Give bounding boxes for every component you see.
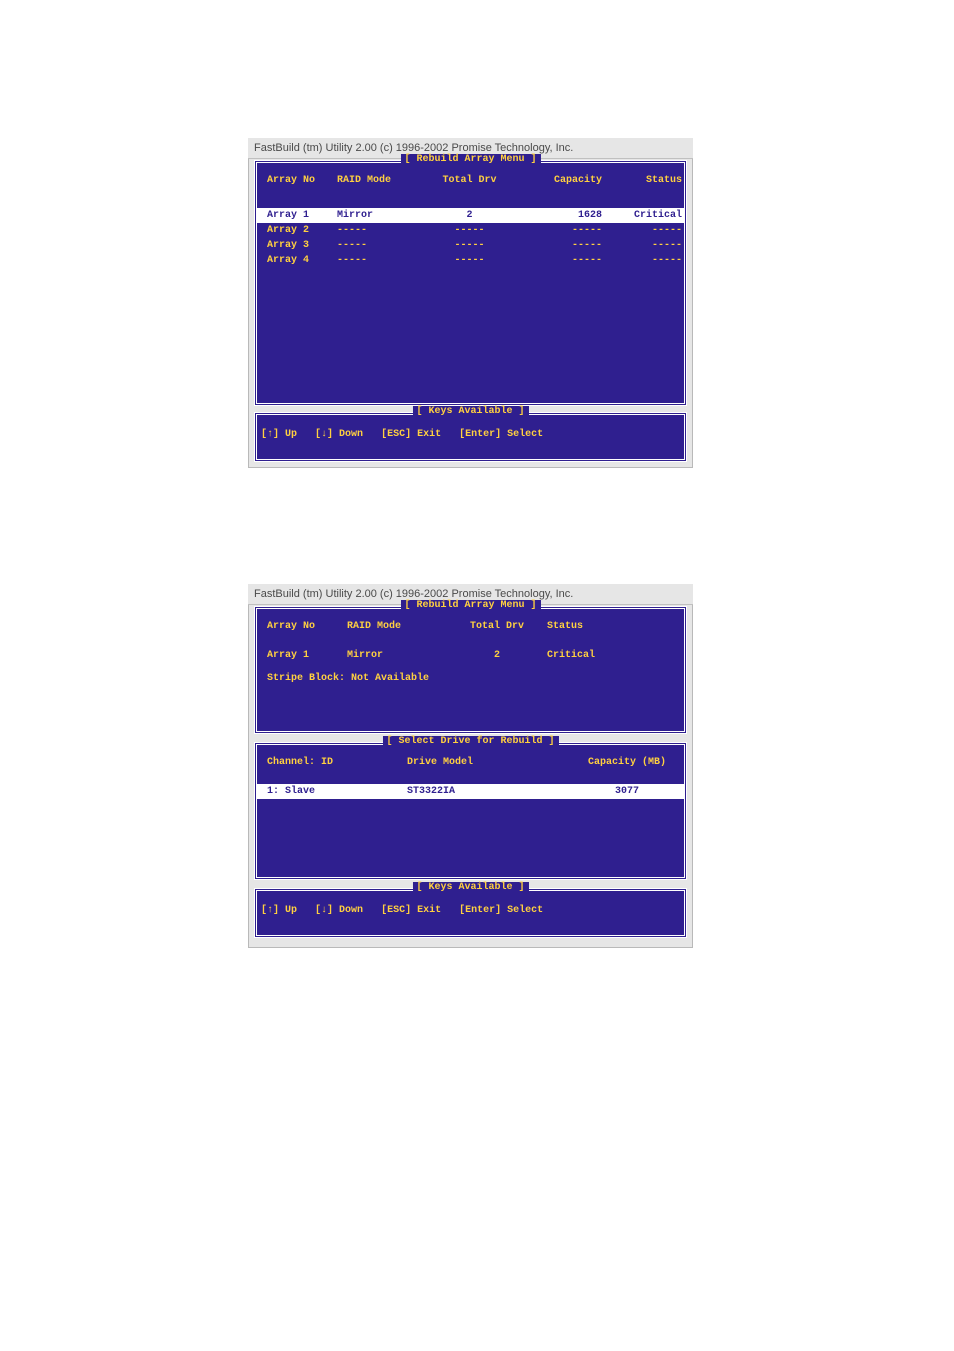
key-enter: [Enter] Select bbox=[459, 905, 543, 916]
panel-title: [ Select Drive for Rebuild ] bbox=[382, 736, 558, 747]
col-capacity: Capacity bbox=[517, 175, 602, 186]
array-row[interactable]: Array 1 Mirror 2 Critical bbox=[267, 648, 674, 663]
col-raid-mode: RAID Mode bbox=[337, 175, 422, 186]
status: ----- bbox=[602, 255, 682, 266]
array-no: Array 4 bbox=[267, 255, 337, 266]
column-headers: Channel: ID Drive Model Capacity (MB) bbox=[267, 755, 674, 770]
select-drive-panel: [ Select Drive for Rebuild ] Channel: ID… bbox=[254, 742, 687, 880]
panel-title: [ Rebuild Array Menu ] bbox=[400, 154, 540, 165]
col-model: Drive Model bbox=[407, 757, 577, 768]
capacity: ----- bbox=[517, 240, 602, 251]
channel: 1: Slave bbox=[267, 786, 407, 797]
status: Critical bbox=[602, 210, 682, 221]
panel-title: [ Rebuild Array Menu ] bbox=[400, 600, 540, 611]
total-drv: 2 bbox=[447, 650, 547, 661]
drive-row[interactable]: 1: Slave ST3322IA 3077 bbox=[257, 784, 684, 799]
keys-panel: [ Keys Available ] [↑] Up [↓] Down [ESC]… bbox=[254, 412, 687, 462]
col-status: Status bbox=[602, 175, 682, 186]
panel-title: [ Keys Available ] bbox=[412, 882, 528, 893]
array-row-1[interactable]: Array 1 Mirror 2 1628 Critical bbox=[257, 208, 684, 223]
array-row-2[interactable]: Array 2 ----- ----- ----- ----- bbox=[267, 223, 674, 238]
array-no: Array 3 bbox=[267, 240, 337, 251]
col-raid-mode: RAID Mode bbox=[347, 621, 447, 632]
key-esc: [ESC] Exit bbox=[381, 429, 441, 440]
model: ST3322IA bbox=[407, 786, 577, 797]
array-row-3[interactable]: Array 3 ----- ----- ----- ----- bbox=[267, 238, 674, 253]
col-channel: Channel: ID bbox=[267, 757, 407, 768]
key-esc: [ESC] Exit bbox=[381, 905, 441, 916]
col-total-drv: Total Drv bbox=[422, 175, 517, 186]
array-no: Array 1 bbox=[267, 650, 347, 661]
rebuild-array-panel: [ Rebuild Array Menu ] Array No RAID Mod… bbox=[254, 160, 687, 406]
status: Critical bbox=[547, 650, 647, 661]
col-capacity: Capacity (MB) bbox=[577, 757, 677, 768]
total-drv: ----- bbox=[422, 240, 517, 251]
col-array-no: Array No bbox=[267, 175, 337, 186]
raid-mode: Mirror bbox=[337, 210, 422, 221]
raid-mode: ----- bbox=[337, 240, 422, 251]
array-row-4[interactable]: Array 4 ----- ----- ----- ----- bbox=[267, 253, 674, 268]
capacity: ----- bbox=[517, 255, 602, 266]
column-headers: Array No RAID Mode Total Drv Capacity St… bbox=[267, 173, 674, 188]
column-headers: Array No RAID Mode Total Drv Status bbox=[267, 619, 674, 634]
raid-mode: ----- bbox=[337, 255, 422, 266]
raid-mode: ----- bbox=[337, 225, 422, 236]
key-enter: [Enter] Select bbox=[459, 429, 543, 440]
keys-panel: [ Keys Available ] [↑] Up [↓] Down [ESC]… bbox=[254, 888, 687, 938]
col-array-no: Array No bbox=[267, 621, 347, 632]
capacity: 3077 bbox=[577, 786, 677, 797]
col-status: Status bbox=[547, 621, 647, 632]
key-down: [↓] Down bbox=[315, 905, 363, 916]
capacity: ----- bbox=[517, 225, 602, 236]
array-no: Array 2 bbox=[267, 225, 337, 236]
status: ----- bbox=[602, 240, 682, 251]
stripe-block-note: Stripe Block: Not Available bbox=[267, 663, 674, 684]
col-total-drv: Total Drv bbox=[447, 621, 547, 632]
total-drv: 2 bbox=[422, 210, 517, 221]
raid-mode: Mirror bbox=[347, 650, 447, 661]
rebuild-array-panel: [ Rebuild Array Menu ] Array No RAID Mod… bbox=[254, 606, 687, 734]
total-drv: ----- bbox=[422, 255, 517, 266]
key-down: [↓] Down bbox=[315, 429, 363, 440]
capacity: 1628 bbox=[517, 210, 602, 221]
key-up: [↑] Up bbox=[261, 429, 297, 440]
total-drv: ----- bbox=[422, 225, 517, 236]
screenshot-select-drive: FastBuild (tm) Utility 2.00 (c) 1996-200… bbox=[248, 584, 693, 948]
array-no: Array 1 bbox=[267, 210, 337, 221]
panel-title: [ Keys Available ] bbox=[412, 406, 528, 417]
key-up: [↑] Up bbox=[261, 905, 297, 916]
screenshot-rebuild-menu: FastBuild (tm) Utility 2.00 (c) 1996-200… bbox=[248, 138, 693, 468]
status: ----- bbox=[602, 225, 682, 236]
